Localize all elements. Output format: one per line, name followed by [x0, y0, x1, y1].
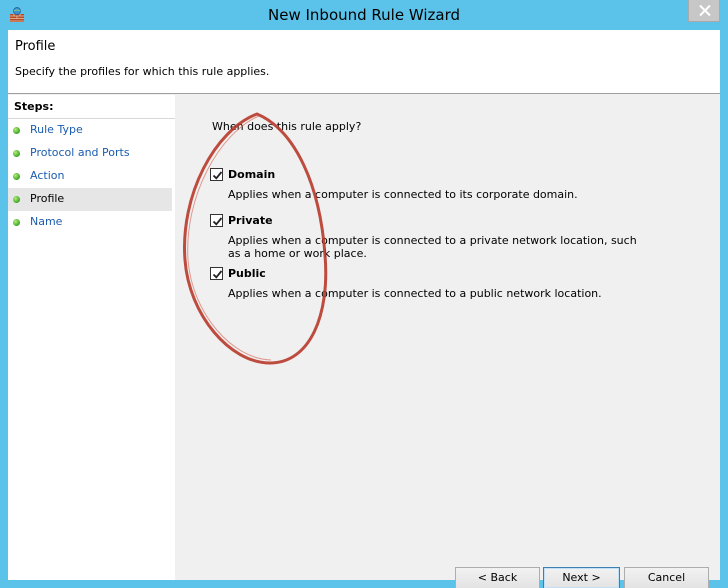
- step-label: Action: [30, 169, 65, 182]
- step-status-dot-icon: [13, 173, 20, 180]
- checkmark-icon: [212, 217, 223, 226]
- public-label[interactable]: Public: [228, 267, 266, 280]
- checkmark-icon: [212, 171, 223, 180]
- domain-description: Applies when a computer is connected to …: [228, 188, 578, 201]
- step-name[interactable]: Name: [8, 211, 172, 234]
- step-label: Rule Type: [30, 123, 83, 136]
- profile-content: When does this rule apply? Domain Applie…: [175, 95, 720, 588]
- step-action[interactable]: Action: [8, 165, 172, 188]
- step-label: Protocol and Ports: [30, 146, 130, 159]
- private-checkbox[interactable]: [210, 214, 223, 227]
- step-status-dot-icon: [13, 127, 20, 134]
- page-subtitle: Specify the profiles for which this rule…: [15, 65, 270, 78]
- wizard-client-area: Profile Specify the profiles for which t…: [8, 30, 720, 588]
- public-description: Applies when a computer is connected to …: [228, 287, 602, 300]
- wizard-header: Profile Specify the profiles for which t…: [8, 30, 720, 94]
- step-rule-type[interactable]: Rule Type: [8, 119, 172, 142]
- wizard-window: New Inbound Rule Wizard Profile Specify …: [0, 0, 728, 588]
- cancel-button[interactable]: Cancel: [624, 567, 709, 588]
- private-label[interactable]: Private: [228, 214, 273, 227]
- next-button[interactable]: Next >: [543, 567, 620, 588]
- close-icon: [699, 5, 711, 16]
- title-bar[interactable]: New Inbound Rule Wizard: [0, 0, 728, 30]
- back-button[interactable]: < Back: [455, 567, 540, 588]
- step-status-dot-icon: [13, 150, 20, 157]
- checkmark-icon: [212, 270, 223, 279]
- window-title: New Inbound Rule Wizard: [268, 6, 460, 24]
- step-protocol-and-ports[interactable]: Protocol and Ports: [8, 142, 172, 165]
- step-status-dot-icon: [13, 196, 20, 203]
- public-checkbox[interactable]: [210, 267, 223, 280]
- step-label: Name: [30, 215, 63, 228]
- step-label: Profile: [30, 192, 65, 205]
- private-description: Applies when a computer is connected to …: [228, 234, 637, 260]
- close-button[interactable]: [688, 0, 720, 22]
- domain-label[interactable]: Domain: [228, 168, 275, 181]
- page-title: Profile: [15, 39, 56, 54]
- step-profile[interactable]: Profile: [8, 188, 172, 211]
- steps-pane: Steps: Rule Type Protocol and Ports Acti…: [8, 95, 175, 580]
- question-label: When does this rule apply?: [212, 120, 362, 133]
- step-status-dot-icon: [13, 219, 20, 226]
- domain-checkbox[interactable]: [210, 168, 223, 181]
- steps-heading: Steps:: [14, 100, 54, 113]
